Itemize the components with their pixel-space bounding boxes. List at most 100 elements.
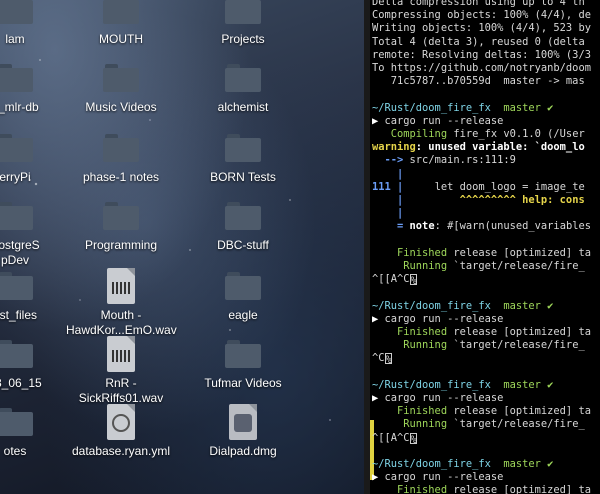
desktop-icon[interactable]: MOUTH <box>66 0 176 64</box>
terminal-text: release [optimized] ta <box>447 326 591 338</box>
desktop-icon-label: DBC-stuff <box>217 238 269 252</box>
folder-icon <box>225 0 261 24</box>
terminal-text: remote: Resolving deltas: 100% (3/3 <box>372 48 591 61</box>
desktop-icon[interactable]: DBC-stuff <box>188 198 298 270</box>
terminal-text: Finished <box>372 246 448 259</box>
terminal-line: Running `target/release/fire_ <box>372 418 585 431</box>
terminal-text: ~/Rust/doom_fire_fx <box>372 101 491 114</box>
terminal-line: | ^^^^^^^^^ help: cons <box>372 194 585 207</box>
terminal-text: Finished <box>372 484 448 494</box>
terminal-text: ~/Rust/doom_fire_fx <box>372 378 491 391</box>
terminal-line: ~/Rust/doom_fire_fx master ✔ <box>372 458 553 471</box>
terminal-text: Finished <box>372 326 448 338</box>
terminal-text: cargo run --release <box>384 312 504 325</box>
terminal-text: Running <box>372 418 448 431</box>
terminal-text: ^[[A^C <box>372 431 410 444</box>
desktop-icon-label: lam <box>5 32 25 46</box>
terminal-text: = <box>372 220 410 233</box>
prompt-end-marker: % <box>409 274 417 288</box>
terminal-line: 111 | let doom_logo = image_te <box>372 181 585 194</box>
desktop-icon-label: eagle <box>228 308 258 322</box>
desktop-icon[interactable]: otes <box>0 404 70 476</box>
desktop-icon-label: Dialpad.dmg <box>209 444 277 458</box>
desktop-icon[interactable]: BORN Tests <box>188 130 298 202</box>
folder-icon <box>0 340 33 368</box>
desktop-icon[interactable]: Tufmar Videos <box>188 336 298 408</box>
desktop-icon[interactable]: erryPi <box>0 130 70 202</box>
terminal-text: : unused variable: `doom_lo <box>415 141 585 154</box>
terminal-text: ~/Rust/doom_fire_fx <box>372 299 491 312</box>
folder-icon <box>225 64 261 92</box>
desktop-icon[interactable]: 18_06_15 <box>0 336 70 408</box>
desktop-icon[interactable]: est_files <box>0 268 70 340</box>
desktop-icon[interactable]: alchemist <box>188 60 298 132</box>
desktop-icon[interactable]: RnR - SickRiffs01.wav <box>66 336 176 408</box>
terminal-text: `target/release/fire_ <box>447 260 585 272</box>
desktop-icon[interactable]: Programming <box>66 198 176 270</box>
prompt-end-marker: % <box>409 432 417 446</box>
terminal-text: ▶ <box>372 312 385 325</box>
folder-icon <box>103 134 139 162</box>
terminal-line: = note: #[warn(unused_variables <box>372 220 591 233</box>
terminal-text: ~/Rust/doom_fire_fx <box>372 458 491 470</box>
desktop-icon[interactable]: Mouth - HawdKor...EmO.wav <box>66 268 177 340</box>
desktop-icon[interactable]: Music Videos <box>66 60 176 132</box>
terminal-text: ▶ <box>372 114 385 127</box>
folder-icon <box>103 64 139 92</box>
desktop: lam MOUTH Projects 4_mlr-db Music Videos alch… <box>0 0 364 494</box>
terminal-text: | <box>372 194 404 206</box>
folder-icon <box>103 0 139 24</box>
terminal-text: let doom_logo = image_te <box>403 180 585 193</box>
terminal-text: --> <box>372 154 410 167</box>
terminal-line: Running `target/release/fire_ <box>372 260 585 273</box>
desktop-icon-label: database.ryan.yml <box>71 444 171 458</box>
folder-icon <box>0 272 33 300</box>
desktop-icon[interactable]: 4_mlr-db <box>0 60 70 132</box>
terminal-text: To https://github.com/notryanb/doom <box>372 62 591 74</box>
folder-icon <box>225 202 261 230</box>
desktop-icon[interactable]: Projects <box>188 0 298 64</box>
terminal-text: cargo run --release <box>384 114 504 127</box>
desktop-icon[interactable]: database.ryan.yml <box>66 404 176 476</box>
terminal-text: ^^^^^^^^^ <box>403 194 516 206</box>
terminal-text: 71c5787..b70559d master -> mas <box>372 75 585 88</box>
desktop-icon[interactable]: lam <box>0 0 70 64</box>
terminal-text: ▶ <box>372 471 385 484</box>
folder-icon <box>0 134 33 162</box>
desktop-icon-label: pDev <box>0 253 29 267</box>
desktop-icon[interactable]: Dialpad.dmg <box>188 404 298 476</box>
terminal-line: --> src/main.rs:111:9 <box>372 154 516 167</box>
terminal-text: Running <box>372 260 448 272</box>
terminal-text: note <box>409 220 435 233</box>
desktop-icon[interactable]: phase-1 notes <box>66 130 176 202</box>
desktop-icon-label: BORN Tests <box>210 170 276 184</box>
desktop-icon-label: 4_mlr-db <box>0 100 39 114</box>
terminal-text: help: cons <box>515 194 585 206</box>
terminal-line: ▶ cargo run --release <box>372 313 503 326</box>
terminal-text: src/main.rs:111:9 <box>409 154 516 167</box>
terminal-line: ~/Rust/doom_fire_fx master ✔ <box>372 300 553 313</box>
terminal-text: Finished <box>372 405 448 418</box>
terminal-text: ^[[A^C <box>372 273 410 286</box>
disk-image-icon <box>229 404 257 440</box>
terminal-line: Total 4 (delta 3), reused 0 (delta <box>372 36 585 49</box>
desktop-icon[interactable]: eagle <box>188 268 298 340</box>
terminal-text: master ✔ <box>490 378 554 391</box>
desktop-icon[interactable]: PostgreSpDev <box>0 198 70 270</box>
terminal-line: Finished release [optimized] ta <box>372 405 591 418</box>
desktop-icon-label: erryPi <box>0 170 31 184</box>
desktop-icon-label: Projects <box>221 32 265 46</box>
terminal-text: : #[warn(unused_variables <box>434 220 591 233</box>
terminal-text: Delta compression using up to 4 th <box>372 0 585 8</box>
terminal-line: 71c5787..b70559d master -> mas <box>372 75 585 88</box>
terminal-text: | <box>372 207 404 220</box>
terminal-text: release [optimized] ta <box>447 246 591 259</box>
terminal-line: Delta compression using up to 4 th <box>372 0 585 9</box>
terminal-line: | <box>372 207 403 220</box>
terminal-window[interactable]: Delta compression using up to 4 th Compre… <box>370 0 600 494</box>
terminal-line: ^[[A^C% <box>372 273 417 288</box>
terminal-line: warning: unused variable: `doom_lo <box>372 141 585 154</box>
terminal-text: ^C <box>372 352 385 365</box>
terminal-text: `target/release/fire_ <box>447 418 585 431</box>
terminal-text: ▶ <box>372 392 385 404</box>
